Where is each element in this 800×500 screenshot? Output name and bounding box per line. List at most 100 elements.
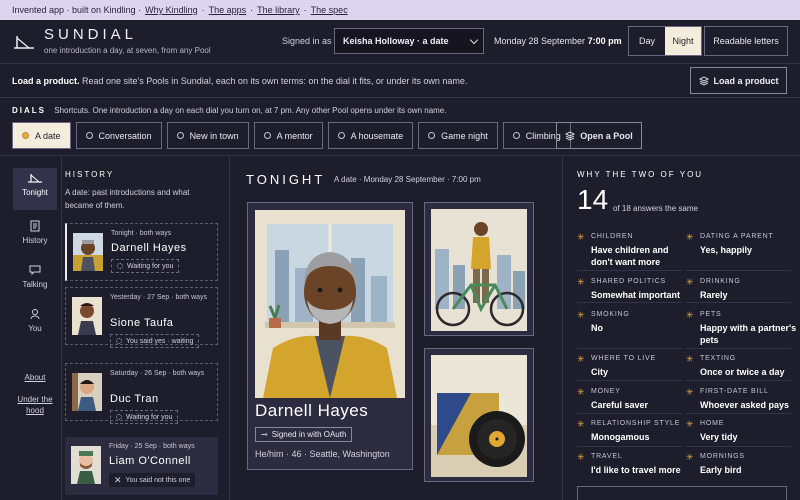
match-value: Careful saver <box>591 400 649 410</box>
dial-tab-label: A housemate <box>350 130 404 141</box>
match-label: MONEY <box>591 388 621 395</box>
divider <box>577 446 682 447</box>
sun-icon: ✳ <box>686 387 694 397</box>
portrait-thumbnail <box>71 446 101 484</box>
match-count-caption: of 18 answers the same <box>613 204 698 213</box>
match-label: FIRST-DATE BILL <box>700 388 769 395</box>
divider <box>577 302 682 303</box>
current-date: Monday 28 September <box>494 36 586 46</box>
divider <box>577 348 682 349</box>
differences-box[interactable] <box>577 486 787 500</box>
match-label: TEXTING <box>700 355 736 362</box>
pending-icon <box>116 338 122 344</box>
load-title: Load a product. <box>12 76 80 86</box>
match-label: WHERE TO LIVE <box>591 355 656 362</box>
dials-title: DIALS <box>12 106 46 115</box>
pending-icon <box>116 414 122 420</box>
dial-tab-a-date[interactable]: A date <box>12 122 71 149</box>
dial-tab-game-night[interactable]: Game night <box>418 122 498 149</box>
divider <box>686 380 791 381</box>
open-pool-button[interactable]: Open a Pool <box>556 122 642 149</box>
history-card[interactable]: Yesterday · 27 Sep · both ways Sione Tau… <box>65 287 218 348</box>
match-value: Once or twice a day <box>700 367 785 377</box>
history-card-meta: Friday · 25 Sep · both ways <box>109 443 195 450</box>
dial-ring-icon <box>337 132 345 139</box>
sun-icon: ✳ <box>577 387 585 397</box>
mode-day-button[interactable]: Day <box>629 27 665 55</box>
dial-tab-a-housemate[interactable]: A housemate <box>327 122 414 149</box>
sun-icon: ✳ <box>686 310 694 320</box>
sun-icon: ✳ <box>577 232 585 242</box>
link-the-spec[interactable]: The spec <box>311 5 348 15</box>
link-the-library[interactable]: The library <box>257 5 300 15</box>
dial-tab-new-in-town[interactable]: New in town <box>166 122 249 149</box>
match-value: Very tidy <box>700 432 738 442</box>
history-card-name: Liam O'Connell <box>109 455 191 467</box>
divider <box>686 270 791 271</box>
load-product-button[interactable]: Load a product <box>690 67 787 94</box>
sun-icon: ✳ <box>686 354 694 364</box>
history-card[interactable]: Tonight · both ways Darnell Hayes Waitin… <box>65 223 218 281</box>
history-card-name: Darnell Hayes <box>111 242 187 254</box>
sun-icon: ✳ <box>577 354 585 364</box>
link-why-kindling[interactable]: Why Kindling <box>145 5 198 15</box>
dial-ring-icon <box>512 132 520 139</box>
link-the-apps[interactable]: The apps <box>209 5 247 15</box>
match-label: SMOKING <box>591 311 630 318</box>
why-panel: WHY THE TWO OF YOU 14 of 18 answers the … <box>563 156 800 500</box>
sundial-icon <box>28 174 42 183</box>
dial-tab-label: A mentor <box>276 130 313 141</box>
nav-item-you[interactable]: You <box>13 308 57 333</box>
sun-icon: ✳ <box>577 452 585 462</box>
profile-name: Darnell Hayes <box>255 401 369 420</box>
match-count: 14 <box>577 184 609 215</box>
dial-ring-icon <box>263 132 271 139</box>
key-icon: ⊸ <box>261 430 268 439</box>
readable-letters-button[interactable]: Readable letters <box>704 26 788 56</box>
load-description: Load a product. Read one site's Pools in… <box>12 76 467 86</box>
divider <box>577 380 682 381</box>
nav-item-history[interactable]: History <box>13 220 57 245</box>
history-card[interactable]: Friday · 25 Sep · both ways Liam O'Conne… <box>65 437 218 495</box>
dials-description: Shortcuts. One introduction a day on eac… <box>54 106 447 115</box>
match-label: CHILDREN <box>591 233 634 240</box>
tonight-subtitle: A date · Monday 28 September · 7:00 pm <box>334 175 481 184</box>
app-banner: Invented app · built on Kindling · Why K… <box>0 0 800 20</box>
current-datetime: Monday 28 September 7:00 pm <box>494 36 622 46</box>
account-select[interactable]: Keisha Holloway · a date <box>334 28 484 54</box>
nav-item-label: Tonight <box>22 188 48 197</box>
match-value: Happy with a partner's pets <box>700 323 797 345</box>
status-badge: Waiting for you <box>110 410 179 424</box>
profile-photo-small[interactable] <box>424 348 534 482</box>
portrait-thumbnail <box>72 297 102 335</box>
load-product-row: Load a product. Read one site's Pools in… <box>0 64 800 98</box>
match-value: I'd like to travel more <box>591 465 681 475</box>
nav-item-talking[interactable]: Talking <box>13 264 57 289</box>
status-text: Waiting for you <box>126 413 173 421</box>
open-pool-label: Open a Pool <box>580 130 633 141</box>
bicycle-photo <box>431 209 527 331</box>
match-label: DRINKING <box>700 278 741 285</box>
dial-tab-a-mentor[interactable]: A mentor <box>253 122 323 149</box>
tonight-title: TONIGHT <box>246 172 326 187</box>
dials-header: DIALS Shortcuts. One introduction a day … <box>12 106 446 115</box>
nav-item-tonight[interactable]: Tonight <box>13 168 57 210</box>
under-the-hood-link[interactable]: Under the hood <box>10 394 60 416</box>
dial-ring-icon <box>428 132 436 139</box>
dial-tab-conversation[interactable]: Conversation <box>75 122 162 149</box>
history-card[interactable]: Saturday · 26 Sep · both ways Duc Tran W… <box>65 363 218 424</box>
load-product-label: Load a product <box>713 75 779 86</box>
person-icon <box>30 309 40 320</box>
chevron-down-icon <box>469 35 479 45</box>
record-photo <box>431 355 527 477</box>
layers-icon <box>698 75 709 86</box>
chat-bubble-icon <box>29 265 41 276</box>
banner-sep: · <box>201 5 205 15</box>
sundial-logo-icon <box>14 36 34 49</box>
profile-photo-small[interactable] <box>424 202 534 336</box>
about-link[interactable]: About <box>10 372 60 383</box>
mode-night-button[interactable]: Night <box>665 27 701 55</box>
document-icon <box>30 220 40 232</box>
match-label: DATING A PARENT <box>700 233 774 240</box>
sun-icon: ✳ <box>686 452 694 462</box>
